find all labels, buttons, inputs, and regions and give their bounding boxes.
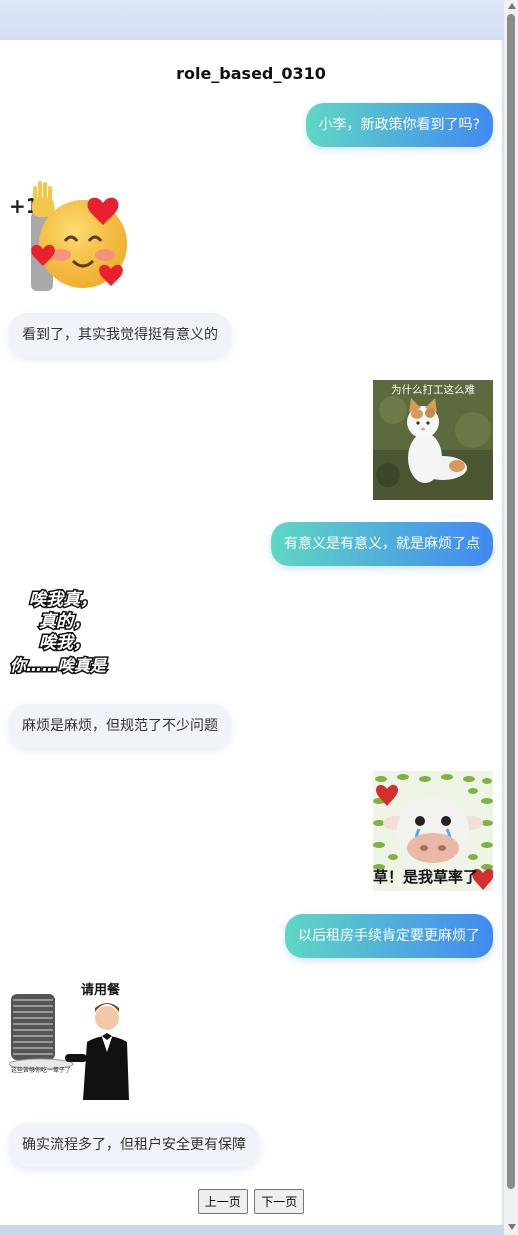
sticker-small-caption: 这些苦够你吃一辈子了 [11, 1066, 71, 1074]
raised-hand-icon [32, 181, 54, 217]
scrollbar-thumb[interactable] [507, 14, 515, 1189]
emoji-sticker: +1 [9, 171, 129, 291]
chat-bubble-received: 确实流程多了，但租户安全更有保障 [9, 1123, 259, 1167]
browser-top-band [0, 0, 504, 40]
scroll-down-arrow-icon[interactable] [508, 1224, 516, 1230]
chat-bubble-received: 麻烦是麻烦，但规范了不少问题 [9, 704, 231, 748]
meme-text-line: 你……唉真是 [10, 656, 108, 675]
chat-title: role_based_0310 [176, 64, 326, 83]
vertical-scrollbar[interactable] [504, 0, 518, 1235]
meme-text-line: 真的， [39, 612, 90, 632]
chat-page: role_based_0310 小李，新政策你看到了吗? +1 看到了，其实我觉… [0, 40, 502, 1225]
meme-text-line: 唉我真， [29, 590, 97, 610]
chat-bubble-sent: 以后租房手续肯定要更麻烦了 [285, 914, 493, 958]
prev-page-button[interactable]: 上一页 [197, 1189, 248, 1214]
chat-bubble-sent: 小李，新政策你看到了吗? [305, 103, 493, 147]
scroll-up-arrow-icon[interactable] [508, 3, 516, 9]
chat-bubble-received: 看到了，其实我觉得挺有意义的 [9, 313, 231, 357]
meme-text-line: 唉我， [39, 633, 90, 653]
next-page-button[interactable]: 下一页 [254, 1189, 305, 1214]
cat-meme-sticker: 为什么打工这么难 [373, 380, 493, 500]
pagination: 上一页 下一页 [0, 1189, 502, 1214]
waiter-meme-sticker: 这些苦够你吃一辈子了 请用餐 [9, 980, 129, 1100]
sticker-caption: 请用餐 [81, 982, 121, 998]
browser-bottom-band [0, 1225, 504, 1235]
cow-meme-sticker: 草！是我草率了 [373, 771, 493, 891]
chat-bubble-sent: 有意义是有意义，就是麻烦了点 [271, 522, 493, 566]
text-pile-image [11, 994, 55, 1060]
sticker-caption: 为什么打工这么难 [391, 383, 475, 396]
text-meme-sticker: 唉我真， 真的， 唉我， 你……唉真是 [9, 585, 129, 705]
sticker-caption: 草！是我草率了 [373, 868, 478, 886]
